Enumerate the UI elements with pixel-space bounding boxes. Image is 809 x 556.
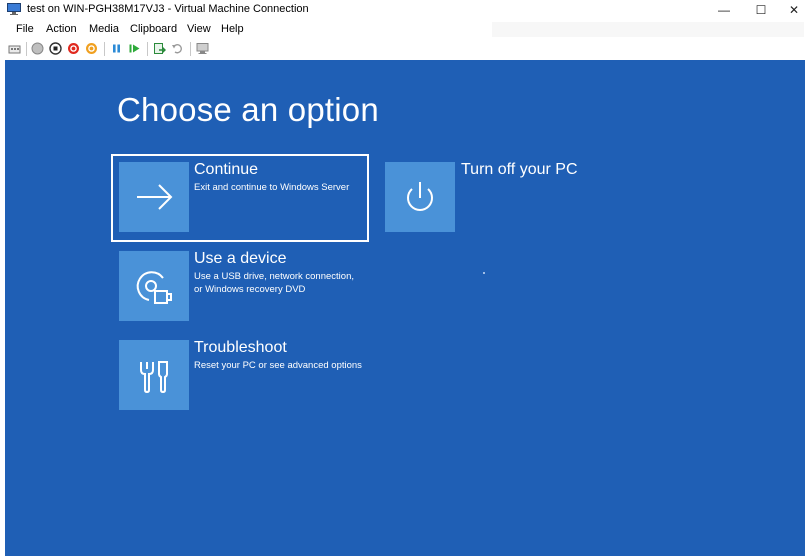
cursor-dot: [483, 272, 485, 274]
start-icon[interactable]: [31, 42, 44, 55]
arrow-right-icon: [137, 184, 173, 210]
option-use-device-tile[interactable]: [119, 251, 189, 321]
maximize-button[interactable]: ☐: [746, 0, 776, 20]
option-turn-off-tile[interactable]: [385, 162, 455, 232]
menu-view[interactable]: View: [187, 23, 211, 35]
shut-down-icon[interactable]: [67, 42, 80, 55]
toolbar-separator: [104, 42, 105, 56]
option-use-device-desc-line1: Use a USB drive, network connection,: [194, 271, 354, 282]
menu-media[interactable]: Media: [89, 23, 119, 35]
page-title: Choose an option: [117, 91, 379, 128]
option-continue-title[interactable]: Continue: [194, 161, 258, 179]
option-turn-off-title[interactable]: Turn off your PC: [461, 161, 578, 179]
reset-icon[interactable]: [128, 42, 141, 55]
option-troubleshoot-tile[interactable]: [119, 340, 189, 410]
tools-icon: [140, 361, 168, 394]
power-icon: [407, 182, 433, 211]
toolbar-separator: [147, 42, 148, 56]
toolbar-separator: [190, 42, 191, 56]
option-continue-desc: Exit and continue to Windows Server: [194, 182, 350, 193]
option-use-device-desc-line2: or Windows recovery DVD: [194, 284, 306, 295]
checkpoint-icon[interactable]: [153, 42, 166, 55]
minimize-button[interactable]: —: [709, 0, 739, 20]
menu-action[interactable]: Action: [46, 23, 77, 35]
option-continue-tile[interactable]: [119, 162, 189, 232]
minimize-icon: —: [718, 3, 730, 17]
revert-icon[interactable]: [171, 42, 184, 55]
device-icon: [136, 271, 172, 304]
toolbar-separator: [26, 42, 27, 56]
close-icon: ✕: [788, 3, 800, 17]
option-troubleshoot-title[interactable]: Troubleshoot: [194, 339, 287, 357]
title-bar: test on WIN-PGH38M17VJ3 - Virtual Machin…: [0, 0, 809, 20]
option-troubleshoot-desc: Reset your PC or see advanced options: [194, 360, 362, 371]
option-use-device-title[interactable]: Use a device: [194, 250, 287, 268]
menu-file[interactable]: File: [16, 23, 34, 35]
ctrl-alt-del-icon[interactable]: [8, 42, 21, 55]
menu-clipboard[interactable]: Clipboard: [130, 23, 177, 35]
pause-icon[interactable]: [110, 42, 123, 55]
maximize-icon: ☐: [755, 3, 767, 17]
vm-display[interactable]: Choose an option Continue Exit and conti…: [5, 60, 805, 556]
menu-help[interactable]: Help: [221, 23, 244, 35]
save-icon[interactable]: [85, 42, 98, 55]
enhanced-session-icon[interactable]: [196, 42, 209, 55]
vm-connection-app-icon: [7, 3, 21, 15]
toolbar: [0, 39, 809, 59]
close-button[interactable]: ✕: [779, 0, 809, 20]
menu-bar-filler: [492, 22, 804, 37]
window-title: test on WIN-PGH38M17VJ3 - Virtual Machin…: [27, 3, 309, 15]
turn-off-icon[interactable]: [49, 42, 62, 55]
